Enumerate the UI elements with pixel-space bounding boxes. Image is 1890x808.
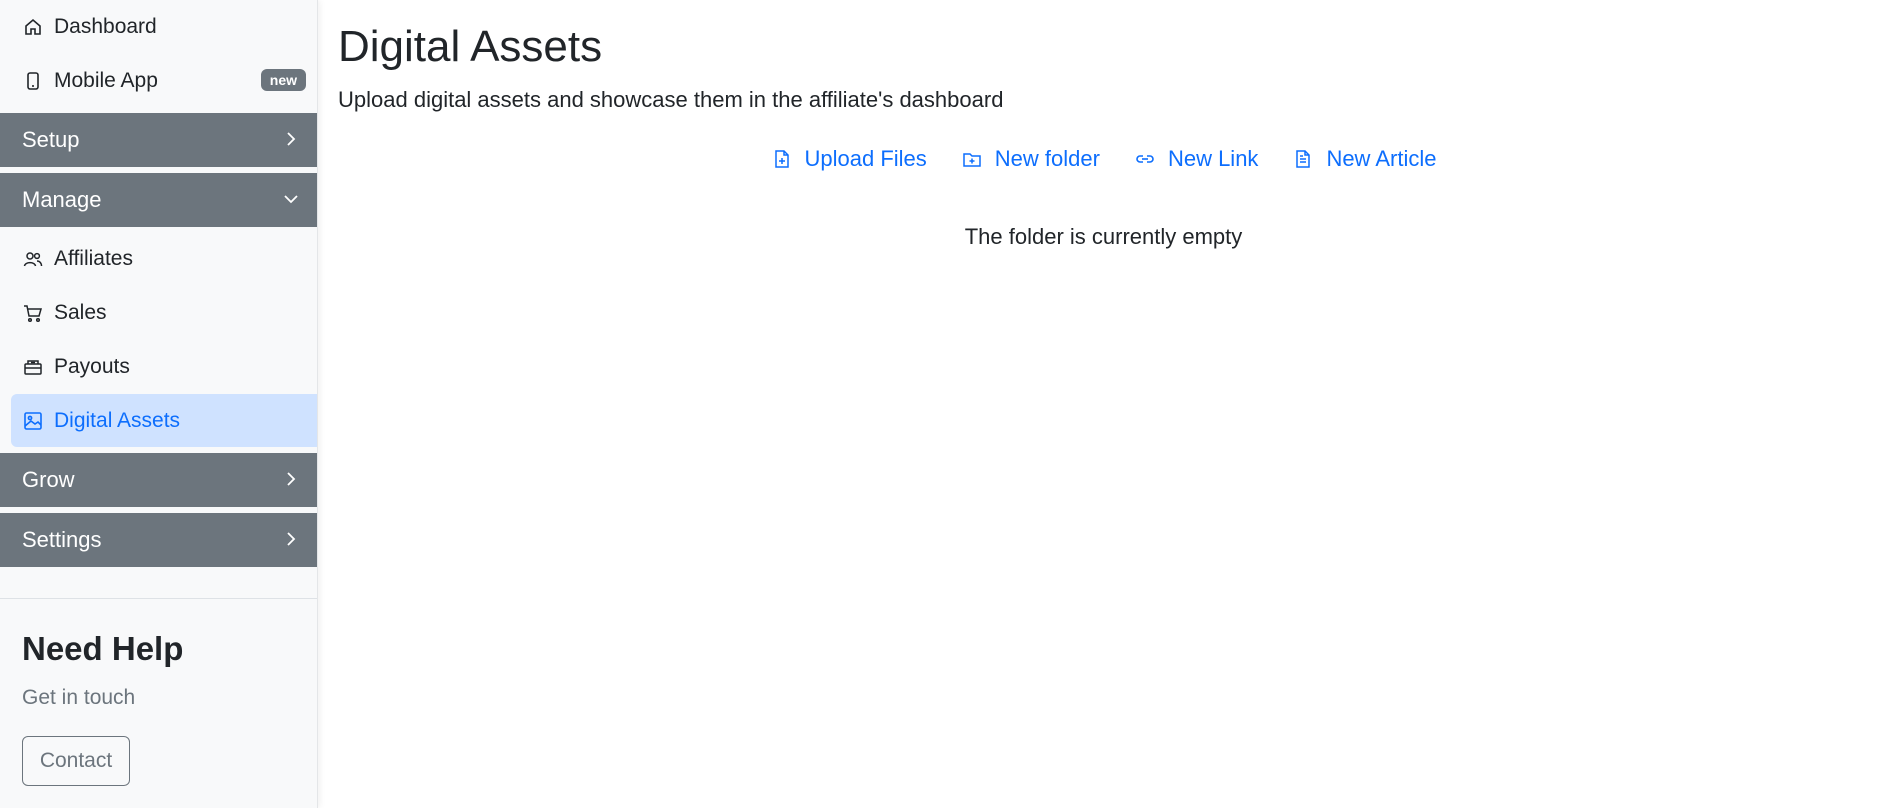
- sidebar-divider: [0, 598, 317, 599]
- chevron-right-icon: [287, 132, 296, 146]
- house-icon: [22, 16, 44, 38]
- section-label: Settings: [22, 527, 102, 552]
- new-folder-button[interactable]: New folder: [961, 146, 1100, 172]
- upload-files-button[interactable]: Upload Files: [771, 146, 927, 172]
- action-label: Upload Files: [804, 146, 927, 171]
- new-article-button[interactable]: New Article: [1292, 146, 1436, 172]
- sidebar-item-sales[interactable]: Sales: [11, 286, 317, 339]
- page-title: Digital Assets: [338, 22, 603, 71]
- action-label: New Link: [1167, 146, 1259, 171]
- help-subtitle: Get in touch: [22, 686, 136, 709]
- section-grow[interactable]: Grow: [0, 453, 317, 507]
- sidebar-item-digital-assets[interactable]: Digital Assets: [11, 394, 317, 447]
- sidebar-item-label: Payouts: [54, 354, 130, 378]
- action-label: New folder: [994, 146, 1100, 171]
- sidebar-item-mobile-app[interactable]: Mobile App new: [11, 54, 317, 107]
- cash-icon: [22, 356, 44, 378]
- app-root: Dashboard Mobile App new Setup Manage Af…: [0, 0, 1890, 808]
- sidebar-item-dashboard[interactable]: Dashboard: [11, 0, 317, 53]
- section-manage[interactable]: Manage: [0, 173, 317, 227]
- sidebar-item-label: Affiliates: [54, 246, 133, 270]
- sidebar-item-affiliates[interactable]: Affiliates: [11, 232, 317, 285]
- sidebar-item-label: Sales: [54, 300, 107, 324]
- image-icon: [22, 410, 44, 432]
- chevron-down-icon: [284, 195, 298, 204]
- link-icon: [1134, 148, 1156, 170]
- asset-actions: Upload Files New folder New Link New Art…: [317, 146, 1890, 172]
- section-label: Grow: [22, 467, 75, 492]
- help-title: Need Help: [22, 630, 184, 667]
- phone-icon: [22, 70, 44, 92]
- people-icon: [22, 248, 44, 270]
- new-badge: new: [260, 69, 306, 91]
- section-label: Manage: [22, 187, 102, 212]
- section-label: Setup: [22, 127, 80, 152]
- file-text-icon: [1292, 148, 1314, 170]
- folder-plus-icon: [961, 148, 983, 170]
- sidebar-item-label: Digital Assets: [54, 408, 181, 432]
- sidebar-item-payouts[interactable]: Payouts: [11, 340, 317, 393]
- sidebar: Dashboard Mobile App new Setup Manage Af…: [0, 0, 318, 808]
- section-settings[interactable]: Settings: [0, 513, 317, 567]
- page-description: Upload digital assets and showcase them …: [338, 87, 1004, 112]
- new-link-button[interactable]: New Link: [1134, 146, 1258, 172]
- sidebar-item-label: Mobile App: [54, 68, 158, 92]
- section-setup[interactable]: Setup: [0, 113, 317, 167]
- chevron-right-icon: [287, 472, 296, 486]
- contact-button[interactable]: Contact: [22, 736, 130, 786]
- action-label: New Article: [1326, 146, 1437, 171]
- file-plus-icon: [771, 148, 793, 170]
- chevron-right-icon: [287, 532, 296, 546]
- sidebar-item-label: Dashboard: [54, 14, 157, 38]
- empty-folder-message: The folder is currently empty: [964, 224, 1243, 249]
- cart-icon: [22, 302, 44, 324]
- main-content: Digital Assets Upload digital assets and…: [317, 0, 1890, 808]
